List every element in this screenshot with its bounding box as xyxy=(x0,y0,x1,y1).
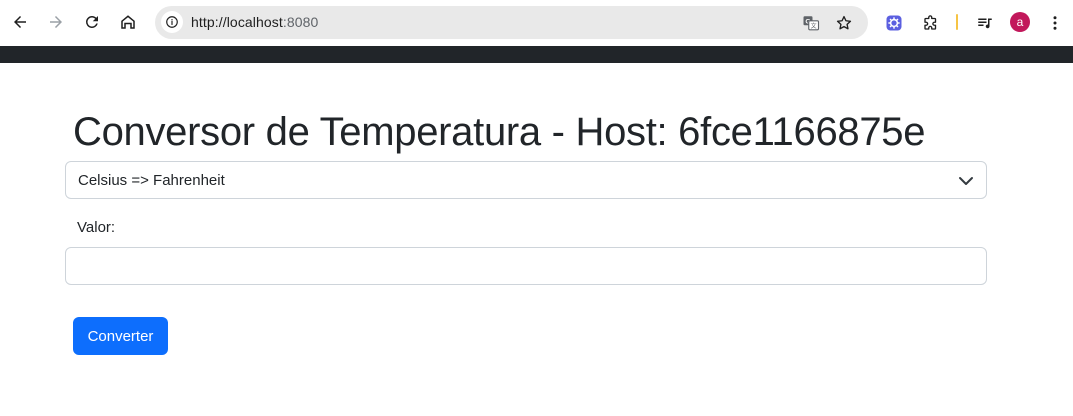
home-icon xyxy=(121,15,135,29)
toolbar-divider xyxy=(956,14,958,30)
convert-button[interactable]: Converter xyxy=(73,317,168,355)
url-text[interactable]: http://localhost:8080 xyxy=(191,14,318,30)
back-button[interactable] xyxy=(5,7,35,37)
reload-icon xyxy=(85,15,98,28)
translate-icon: G文 xyxy=(803,16,820,31)
site-info-button[interactable] xyxy=(161,11,183,33)
forward-button[interactable] xyxy=(41,7,71,37)
arrow-right-icon xyxy=(50,16,62,28)
reload-button[interactable] xyxy=(77,7,107,37)
translate-button[interactable]: G文 xyxy=(800,12,822,34)
home-button[interactable] xyxy=(113,7,143,37)
bookmark-button[interactable] xyxy=(833,12,855,34)
extensions-button[interactable] xyxy=(919,11,943,35)
address-bar[interactable]: http://localhost:8080 G文 xyxy=(155,6,868,39)
extension-gear-icon xyxy=(886,15,902,31)
arrow-left-icon xyxy=(14,16,26,28)
conversion-select-value: Celsius => Fahrenheit xyxy=(78,172,225,189)
extension-app-button[interactable] xyxy=(882,11,906,35)
chevron-down-icon xyxy=(959,177,973,185)
playlist-icon xyxy=(978,18,992,29)
kebab-menu-icon xyxy=(1053,16,1057,30)
page-title: Conversor de Temperatura - Host: 6fce116… xyxy=(73,110,926,154)
site-navbar xyxy=(0,46,1073,63)
profile-avatar[interactable]: a xyxy=(1010,12,1030,32)
star-icon xyxy=(836,15,852,30)
url-port: :8080 xyxy=(282,14,319,30)
info-icon xyxy=(166,16,178,28)
browser-toolbar: http://localhost:8080 G文 a xyxy=(0,0,1073,46)
value-input[interactable] xyxy=(65,247,987,285)
puzzle-icon xyxy=(924,15,937,30)
svg-text:文: 文 xyxy=(811,22,817,30)
conversion-select[interactable]: Celsius => Fahrenheit xyxy=(65,161,987,199)
value-label: Valor: xyxy=(77,219,116,236)
media-controls-button[interactable] xyxy=(973,11,997,35)
url-host: http://localhost xyxy=(191,14,283,30)
browser-menu-button[interactable] xyxy=(1043,11,1067,35)
